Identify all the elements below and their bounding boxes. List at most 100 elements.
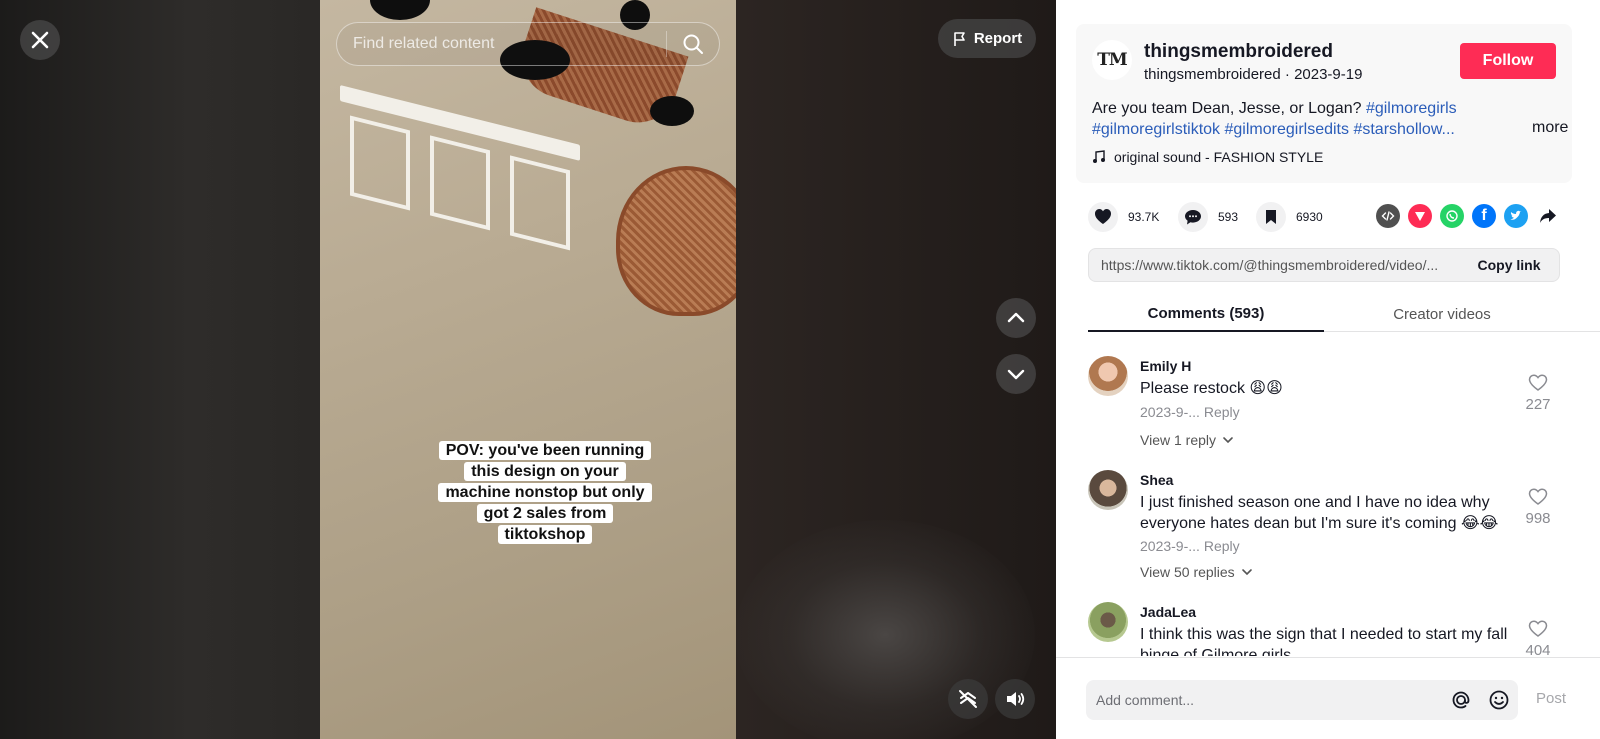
view-replies-label: View 50 replies [1140,564,1235,580]
previous-video-button[interactable] [996,298,1036,338]
action-bar: 93.7K 593 6930 f [1088,202,1588,232]
comment-meta: 2023-9-... Reply [1140,538,1240,554]
music-link[interactable]: original sound - FASHION STYLE [1092,149,1323,165]
video-player-area[interactable]: POV: you've been running this design on … [0,0,1056,739]
view-replies-button[interactable]: View 1 reply [1140,432,1234,448]
search-button[interactable] [667,23,719,65]
twitter-icon[interactable] [1504,204,1528,228]
hashtag-link[interactable]: #gilmoregirlstiktok [1092,121,1220,138]
volume-button[interactable] [995,679,1035,719]
comment-like-count: 404 [1525,642,1551,656]
autoscroll-off-icon [959,690,977,708]
comment-button[interactable]: 593 [1178,202,1238,232]
details-panel: TM thingsmembroidered thingsmembroidered… [1056,0,1600,739]
caption-line: machine nonstop but only [438,483,652,502]
comment-meta: 2023-9-... Reply [1140,404,1240,420]
emoji-button[interactable] [1480,680,1518,720]
report-label: Report [973,30,1023,47]
comment-text: I just finished season one and I have no… [1140,494,1499,532]
comment-text: Please restock 😩😩 [1140,380,1283,397]
facebook-icon[interactable]: f [1472,204,1496,228]
search-input[interactable] [337,23,666,65]
video-link-box: https://www.tiktok.com/@thingsmembroider… [1088,248,1560,282]
bookmark-icon [1266,210,1276,224]
caption-line: tiktokshop [497,525,593,544]
heart-outline-icon [1528,374,1548,391]
comment-date: 2023-9-... [1140,404,1200,420]
commenter-avatar[interactable] [1088,470,1128,510]
comment-composer: Post [1056,657,1600,739]
caption-line: POV: you've been running [438,441,652,460]
video-link-text[interactable]: https://www.tiktok.com/@thingsmembroider… [1089,257,1459,273]
comment-item: JadaLea I think this was the sign that I… [1088,602,1600,656]
commenter-name[interactable]: Emily H [1140,358,1191,374]
close-icon [31,31,49,49]
author-avatar-text: TM [1097,50,1127,70]
comment-like-count: 998 [1525,510,1551,527]
heart-outline-icon [1528,488,1548,505]
like-button[interactable]: 93.7K [1088,202,1159,232]
caption-line: got 2 sales from [476,504,614,523]
video-frame[interactable] [320,0,736,739]
next-video-button[interactable] [996,354,1036,394]
embed-icon[interactable] [1376,204,1400,228]
author-name[interactable]: thingsmembroidered [1144,41,1333,63]
reply-button[interactable]: Reply [1204,404,1240,420]
chevron-down-icon [1241,569,1252,576]
view-replies-button[interactable]: View 50 replies [1140,564,1253,580]
hashtag-link[interactable]: #gilmoregirlsedits [1225,121,1350,138]
more-button[interactable]: more [1532,119,1568,137]
heart-icon [1095,209,1111,224]
share-arrow-icon[interactable] [1536,204,1560,228]
chevron-down-icon [1007,369,1025,380]
chevron-down-icon [1223,437,1233,444]
background-blur [735,520,1035,739]
comment-like-button[interactable]: 998 [1520,488,1556,527]
comment-item: Emily H Please restock 😩😩 2023-9-... Rep… [1088,356,1600,456]
save-button[interactable]: 6930 [1256,202,1323,232]
commenter-name[interactable]: JadaLea [1140,604,1196,620]
mention-button[interactable] [1442,680,1480,720]
comment-count: 593 [1218,210,1239,224]
report-button[interactable]: Report [938,19,1036,58]
save-count: 6930 [1296,210,1323,224]
comment-like-button[interactable]: 404 [1520,620,1556,656]
comment-icon [1185,210,1201,225]
machine-part [370,0,430,20]
author-avatar[interactable]: TM [1092,40,1132,80]
comment-list[interactable]: Emily H Please restock 😩😩 2023-9-... Rep… [1088,344,1600,656]
send-to-friends-icon[interactable] [1408,204,1432,228]
reply-button[interactable]: Reply [1204,538,1240,554]
commenter-avatar[interactable] [1088,356,1128,396]
music-note-icon [1093,150,1105,163]
comment-like-button[interactable]: 227 [1520,374,1556,413]
heart-outline-icon [1528,620,1548,637]
caption-line: this design on your [464,462,626,481]
close-button[interactable] [20,20,60,60]
comment-input[interactable] [1086,680,1442,720]
copy-link-button[interactable]: Copy link [1459,249,1559,281]
commenter-name[interactable]: Shea [1140,472,1173,488]
post-button[interactable]: Post [1536,690,1566,707]
commenter-avatar[interactable] [1088,602,1128,642]
view-replies-label: View 1 reply [1140,432,1217,448]
at-mention-icon [1452,691,1470,709]
hashtag-link[interactable]: #starshollow... [1353,121,1454,138]
embroidery-basket [616,166,736,316]
comment-item: Shea I just finished season one and I ha… [1088,470,1600,590]
search-icon [683,34,703,54]
tab-creator-videos[interactable]: Creator videos [1324,296,1560,332]
description-text: Are you team Dean, Jesse, or Logan? [1092,100,1366,117]
music-label: original sound - FASHION STYLE [1114,149,1324,165]
chevron-up-icon [1007,312,1025,323]
hashtag-link[interactable]: #gilmoregirls [1366,100,1457,117]
follow-button[interactable]: Follow [1460,43,1556,79]
comment-input-wrapper [1086,680,1518,720]
panel-tabs: Comments (593) Creator videos [1088,296,1600,332]
autoscroll-button[interactable] [948,679,988,719]
whatsapp-icon[interactable] [1440,204,1464,228]
video-info-card: TM thingsmembroidered thingsmembroidered… [1076,24,1572,183]
comment-date: 2023-9-... [1140,538,1200,554]
tab-comments[interactable]: Comments (593) [1088,296,1324,332]
emoji-icon [1489,690,1509,710]
